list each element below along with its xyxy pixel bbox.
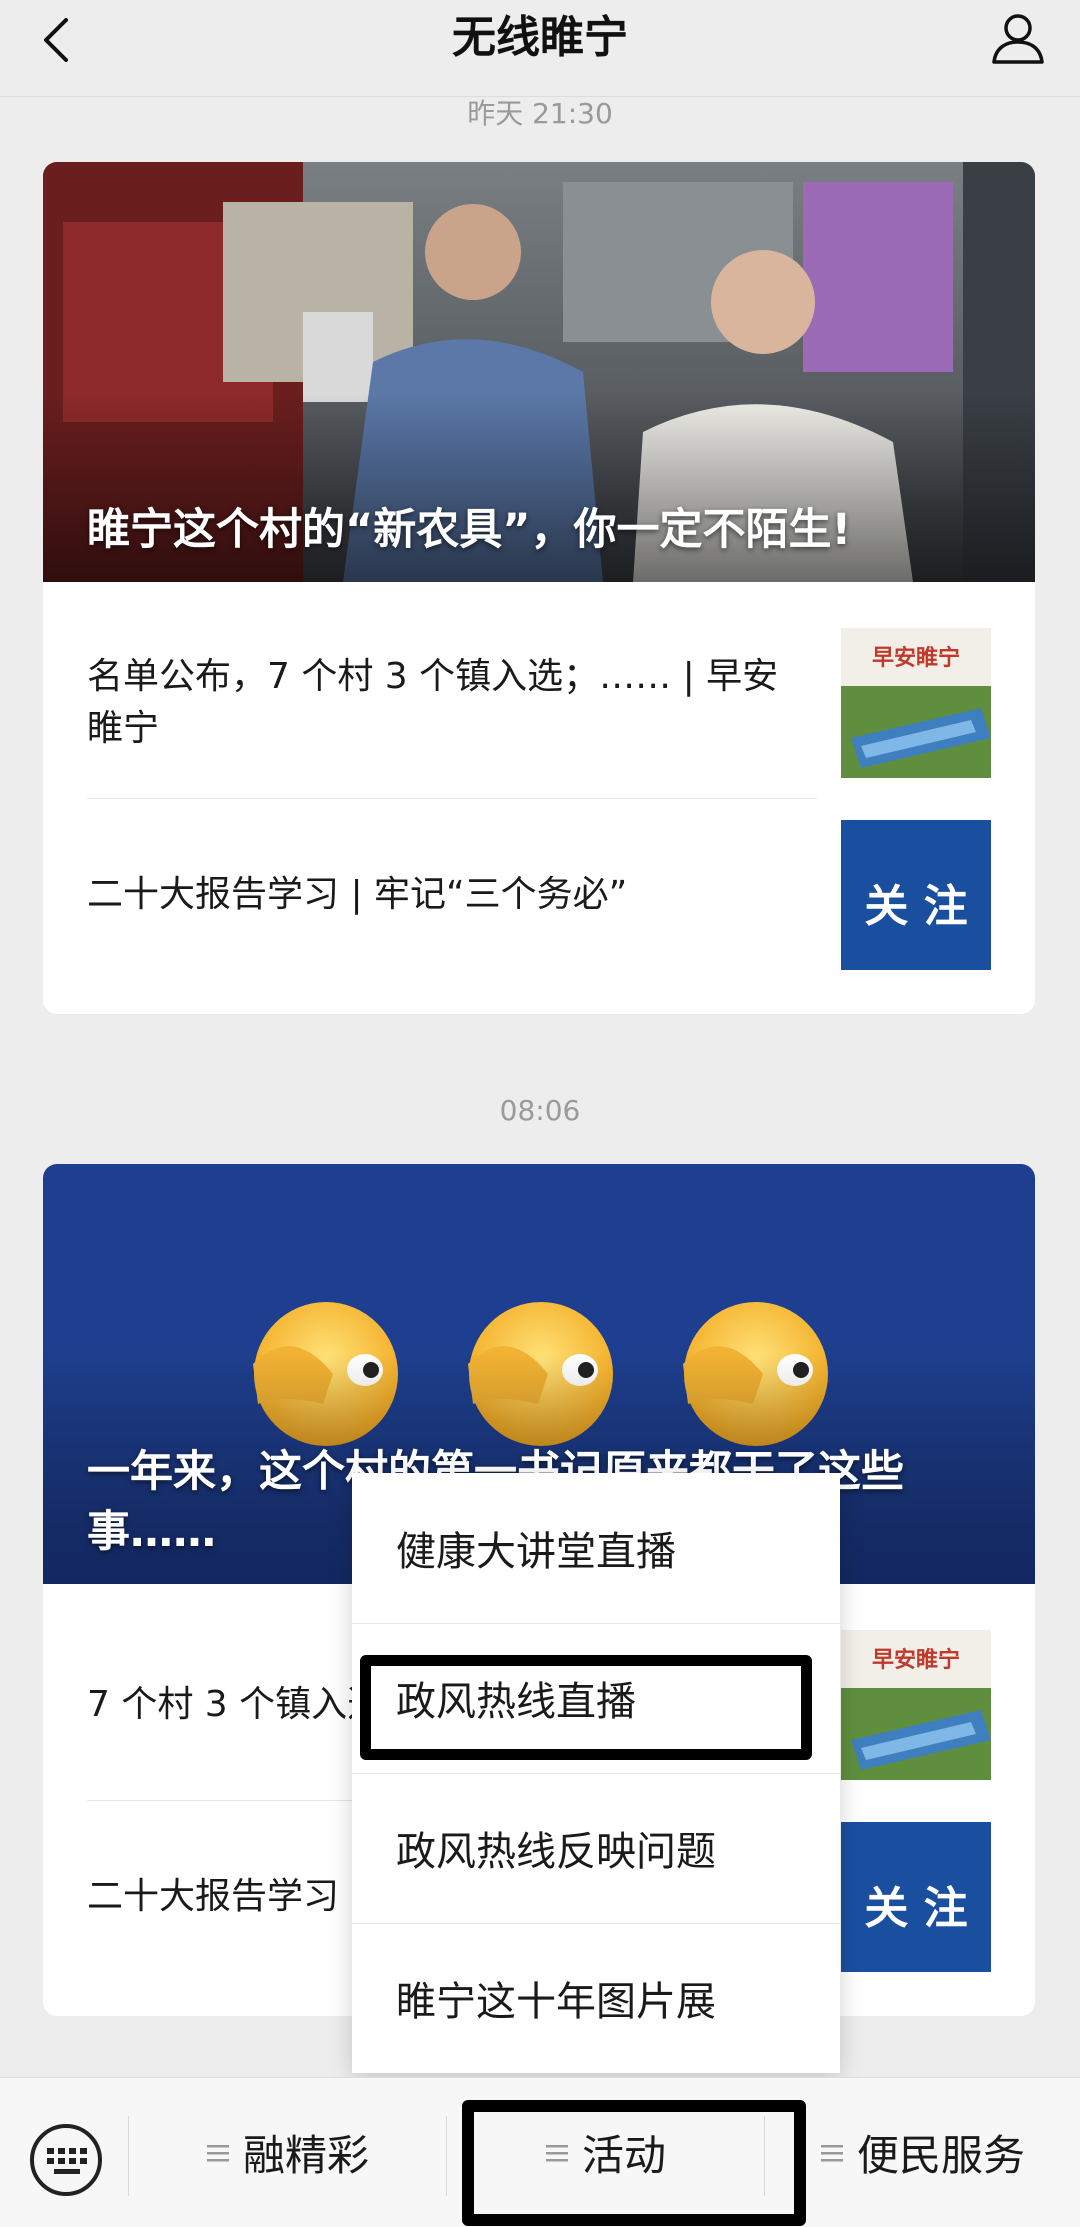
menu-lines-icon (820, 2144, 843, 2161)
thumbnail-caption: 关 注 (864, 1883, 968, 1934)
submenu-item-label: 睢宁这十年图片展 (396, 1979, 716, 2025)
keyboard-toggle-button[interactable] (28, 2122, 104, 2198)
keyboard-icon (30, 2124, 102, 2196)
article-title: 名单公布，7 个村 3 个镇入选；…… | 早安睢宁 (87, 656, 779, 749)
person-icon (992, 14, 1044, 64)
profile-button[interactable] (986, 6, 1050, 70)
article-thumbnail: 早安睢宁 (841, 1630, 991, 1780)
thumbnail-caption: 早安睢宁 (871, 646, 960, 671)
divider (128, 2116, 129, 2196)
article-thumbnail: 早安睢宁 (841, 628, 991, 778)
menu-item-label: 融精彩 (242, 2131, 369, 2180)
thumbnail-caption: 关 注 (864, 881, 968, 932)
menu-item-convenience-services[interactable]: 便民服务 (766, 2078, 1080, 2227)
hero-title: 睢宁这个村的“新农具”，你一定不陌生! (87, 505, 852, 555)
message-timestamp: 昨天 21:30 (467, 97, 613, 130)
menu-lines-icon (206, 2144, 229, 2161)
article-card: 睢宁这个村的“新农具”，你一定不陌生! 名单公布，7 个村 3 个镇入选；…… … (43, 162, 1035, 1014)
article-thumbnail: 关 注 (841, 820, 991, 970)
highlight-annotation-box (462, 2100, 806, 2226)
submenu-item-label: 政风热线反映问题 (396, 1829, 716, 1875)
submenu-item-photo-exhibition[interactable]: 睢宁这十年图片展 (352, 1923, 840, 2073)
menu-item-highlights[interactable]: 融精彩 (130, 2078, 446, 2227)
divider (87, 798, 817, 799)
article-list-item[interactable]: 二十大报告学习 | 牢记“三个务必” 关 注 (87, 820, 991, 970)
submenu-item-hotline-report[interactable]: 政风热线反映问题 (352, 1773, 840, 1923)
menu-item-label: 便民服务 (856, 2131, 1025, 2180)
submenu-item-label: 健康大讲堂直播 (396, 1529, 676, 1575)
highlight-annotation-box (360, 1655, 812, 1760)
hero-article[interactable]: 睢宁这个村的“新农具”，你一定不陌生! (43, 162, 1035, 582)
divider (446, 2116, 447, 2196)
submenu-item-health-lecture-live[interactable]: 健康大讲堂直播 (352, 1473, 840, 1623)
top-nav-bar: 无线睢宁 (0, 0, 1080, 97)
article-list-item[interactable]: 名单公布，7 个村 3 个镇入选；…… | 早安睢宁 早安睢宁 (87, 628, 991, 778)
message-timestamp: 08:06 (499, 1094, 581, 1127)
page-title: 无线睢宁 (452, 12, 628, 63)
article-thumbnail: 关 注 (841, 1822, 991, 1972)
thumbnail-caption: 早安睢宁 (871, 1648, 960, 1673)
article-title: 二十大报告学习 | 牢记“三个务必” (87, 874, 628, 915)
submenu-popup: 健康大讲堂直播 政风热线直播 政风热线反映问题 睢宁这十年图片展 (352, 1473, 840, 2073)
